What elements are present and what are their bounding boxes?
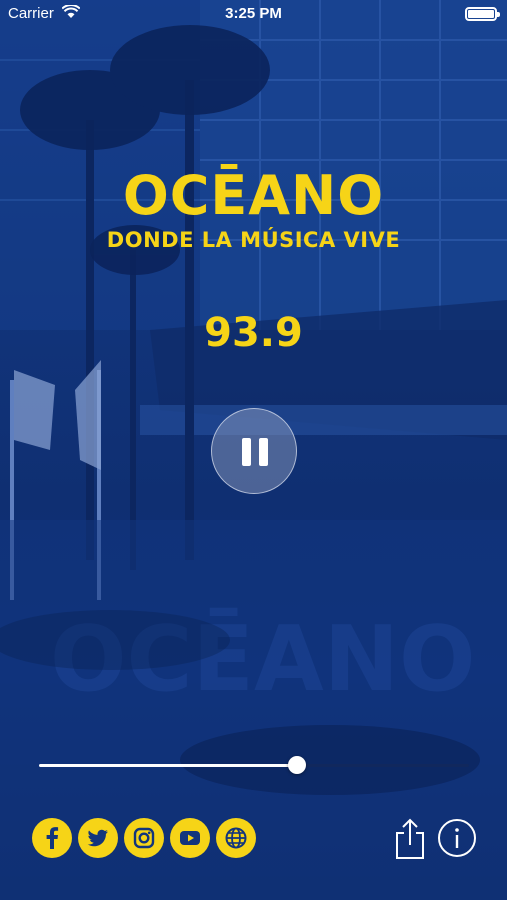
instagram-button[interactable]: [124, 818, 164, 858]
volume-track-fill: [39, 764, 297, 767]
pause-icon-bar: [259, 438, 268, 466]
pause-icon: [242, 438, 251, 466]
globe-icon: [225, 827, 247, 849]
station-frequency: 93.9: [204, 310, 303, 356]
battery-icon: [465, 7, 500, 21]
volume-slider[interactable]: [39, 756, 469, 774]
info-icon: [438, 819, 476, 857]
status-bar: Carrier 3:25 PM: [0, 0, 507, 28]
youtube-button[interactable]: [170, 818, 210, 858]
facebook-icon: [46, 827, 59, 849]
radio-player-screen: OCĒANO Carrier 3:25 PM OCĒANO DONDE LA M…: [0, 0, 507, 900]
pause-button[interactable]: [211, 408, 297, 494]
website-button[interactable]: [216, 818, 256, 858]
status-time: 3:25 PM: [225, 5, 282, 22]
youtube-icon: [180, 831, 200, 845]
logo-brand: OCĒANO: [122, 164, 385, 227]
volume-thumb[interactable]: [288, 756, 306, 774]
twitter-button[interactable]: [78, 818, 118, 858]
facebook-button[interactable]: [32, 818, 72, 858]
station-logo: OCĒANO DONDE LA MÚSICA VIVE: [0, 164, 507, 253]
instagram-icon: [133, 827, 155, 849]
twitter-icon: [87, 829, 108, 847]
share-icon: [396, 818, 424, 859]
logo-tagline: DONDE LA MÚSICA VIVE: [106, 228, 401, 252]
share-button[interactable]: [392, 816, 428, 860]
info-button[interactable]: [437, 818, 477, 858]
